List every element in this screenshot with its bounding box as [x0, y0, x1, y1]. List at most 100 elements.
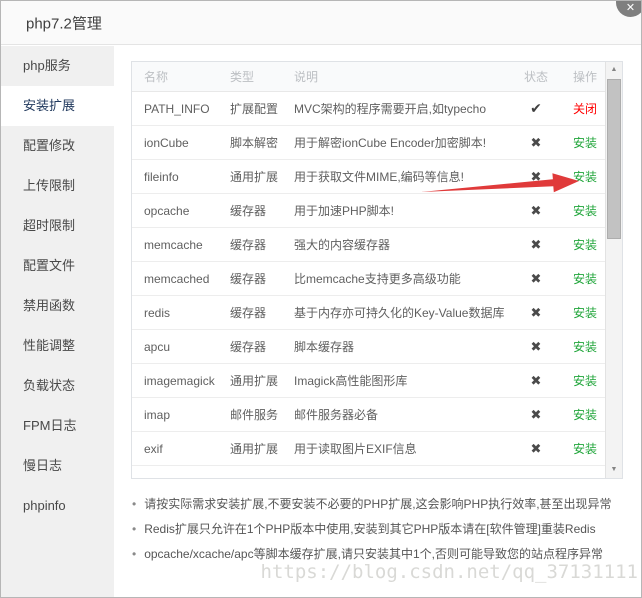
extension-description: 用于获取文件MIME,编码等信息!: [294, 168, 507, 185]
action-cell: 安装: [565, 406, 605, 423]
column-header-status: 状态: [507, 68, 565, 85]
sidebar-item-load-status[interactable]: 负载状态: [1, 366, 114, 406]
extension-description: 用于解密ionCube Encoder加密脚本!: [294, 134, 507, 151]
status-cell: ✖: [507, 441, 565, 457]
install-link[interactable]: 安装: [573, 408, 597, 422]
install-link[interactable]: 安装: [573, 374, 597, 388]
sidebar-item-config-file[interactable]: 配置文件: [1, 246, 114, 286]
sidebar-item-performance-tuning[interactable]: 性能调整: [1, 326, 114, 366]
cross-icon: ✖: [531, 339, 542, 354]
sidebar-item-phpinfo[interactable]: phpinfo: [1, 486, 114, 526]
cross-icon: ✖: [531, 135, 542, 150]
extension-description: 用于加速PHP脚本!: [294, 202, 507, 219]
sidebar-item-php-service[interactable]: php服务: [1, 46, 114, 86]
table-content: 名称 类型 说明 状态 操作 PATH_INFO扩展配置MVC架构的程序需要开启…: [132, 62, 605, 478]
status-cell: ✖: [507, 135, 565, 151]
table-row: imap邮件服务邮件服务器必备✖安装: [132, 398, 605, 432]
watermark: https://blog.csdn.net/qq_37131111: [261, 561, 639, 583]
cross-icon: ✖: [531, 203, 542, 218]
status-cell: ✖: [507, 237, 565, 253]
table-row: PATH_INFO扩展配置MVC架构的程序需要开启,如typecho ✔ 关闭: [132, 92, 605, 126]
column-header-desc: 说明: [294, 68, 507, 85]
status-cell: ✖: [507, 203, 565, 219]
status-cell: ✖: [507, 305, 565, 321]
extension-description: 脚本缓存器: [294, 338, 507, 355]
bullet-icon: •: [132, 542, 136, 567]
scrollbar-track[interactable]: ▲ ▼: [605, 62, 622, 478]
extension-description: MVC架构的程序需要开启,如typecho: [294, 100, 507, 117]
table-row: memcache缓存器强大的内容缓存器✖安装: [132, 228, 605, 262]
action-cell: 安装: [565, 270, 605, 287]
extension-description: 强大的内容缓存器: [294, 236, 507, 253]
install-link[interactable]: 安装: [573, 306, 597, 320]
sidebar-item-slow-log[interactable]: 慢日志: [1, 446, 114, 486]
status-cell: ✖: [507, 407, 565, 423]
cross-icon: ✖: [531, 237, 542, 252]
sidebar-item-timeout-limit[interactable]: 超时限制: [1, 206, 114, 246]
sidebar-item-fpm-log[interactable]: FPM日志: [1, 406, 114, 446]
scroll-down-button[interactable]: ▼: [606, 462, 622, 478]
extension-name: redis: [132, 306, 230, 320]
note-text: Redis扩展只允许在1个PHP版本中使用,安装到其它PHP版本请在[软件管理]…: [144, 517, 595, 542]
cross-icon: ✖: [531, 305, 542, 320]
action-cell: 安装: [565, 338, 605, 355]
sidebar-item-disabled-functions[interactable]: 禁用函数: [1, 286, 114, 326]
table-row: exif通用扩展用于读取图片EXIF信息✖ 安装: [132, 432, 605, 466]
action-cell: 安装: [565, 372, 605, 389]
column-header-type: 类型: [230, 68, 294, 85]
extension-name: opcache: [132, 204, 230, 218]
column-header-name: 名称: [132, 68, 230, 85]
scroll-thumb[interactable]: [607, 79, 621, 239]
cross-icon: ✖: [531, 271, 542, 286]
sidebar-item-config-edit[interactable]: 配置修改: [1, 126, 114, 166]
extension-name: memcached: [132, 272, 230, 286]
extension-name: exif: [132, 442, 230, 456]
extension-description: 比memcache支持更多高级功能: [294, 270, 507, 287]
cross-icon: ✖: [531, 407, 542, 422]
extensions-table: 名称 类型 说明 状态 操作 PATH_INFO扩展配置MVC架构的程序需要开启…: [131, 61, 623, 479]
php-manager-dialog: php7.2管理 ✕ php服务安装扩展配置修改上传限制超时限制配置文件禁用函数…: [0, 0, 642, 598]
install-link[interactable]: 安装: [573, 136, 597, 150]
install-link[interactable]: 安装: [573, 340, 597, 354]
status-cell: ✔: [507, 100, 565, 117]
extension-type: 缓存器: [230, 304, 294, 321]
page-title: php7.2管理: [26, 12, 102, 33]
table-row: imagemagick通用扩展Imagick高性能图形库✖安装: [132, 364, 605, 398]
note-text: 请按实际需求安装扩展,不要安装不必要的PHP扩展,这会影响PHP执行效率,甚至出…: [144, 492, 611, 517]
action-cell: 安装: [565, 304, 605, 321]
extension-type: 缓存器: [230, 202, 294, 219]
action-cell: 安装: [565, 440, 605, 457]
extension-type: 扩展配置: [230, 100, 294, 117]
install-link[interactable]: 安装: [573, 272, 597, 286]
extension-description: 用于读取图片EXIF信息: [294, 440, 507, 457]
sidebar: php服务安装扩展配置修改上传限制超时限制配置文件禁用函数性能调整负载状态FPM…: [1, 46, 114, 597]
extension-description: Imagick高性能图形库: [294, 372, 507, 389]
check-icon: ✔: [530, 100, 542, 116]
table-row: redis缓存器基于内存亦可持久化的Key-Value数据库✖安装: [132, 296, 605, 330]
table-row: fileinfo通用扩展用于获取文件MIME,编码等信息!✖安装: [132, 160, 605, 194]
extension-name: PATH_INFO: [132, 102, 230, 116]
status-cell: ✖: [507, 339, 565, 355]
install-link[interactable]: 安装: [573, 204, 597, 218]
note-item: • Redis扩展只允许在1个PHP版本中使用,安装到其它PHP版本请在[软件管理…: [132, 517, 637, 542]
extension-name: imap: [132, 408, 230, 422]
bullet-icon: •: [132, 517, 136, 542]
notes: • 请按实际需求安装扩展,不要安装不必要的PHP扩展,这会影响PHP执行效率,甚至…: [132, 492, 637, 567]
table-row: opcache缓存器用于加速PHP脚本! ✖ 安装: [132, 194, 605, 228]
close-link[interactable]: 关闭: [573, 102, 597, 116]
scroll-up-button[interactable]: ▲: [606, 62, 622, 78]
extension-type: 通用扩展: [230, 168, 294, 185]
sidebar-item-upload-limit[interactable]: 上传限制: [1, 166, 114, 206]
table-row: apcu缓存器脚本缓存器✖安装: [132, 330, 605, 364]
note-item: •请按实际需求安装扩展,不要安装不必要的PHP扩展,这会影响PHP执行效率,甚至…: [132, 492, 637, 517]
titlebar: php7.2管理: [1, 1, 641, 45]
extension-type: 缓存器: [230, 270, 294, 287]
extension-type: 通用扩展: [230, 440, 294, 457]
install-link[interactable]: 安装: [573, 170, 597, 184]
sidebar-item-install-extensions[interactable]: 安装扩展: [1, 86, 114, 126]
install-link[interactable]: 安装: [573, 238, 597, 252]
close-icon: ✕: [616, 3, 642, 14]
status-cell: ✖: [507, 169, 565, 185]
install-link[interactable]: 安装: [573, 442, 597, 456]
status-cell: ✖: [507, 271, 565, 287]
